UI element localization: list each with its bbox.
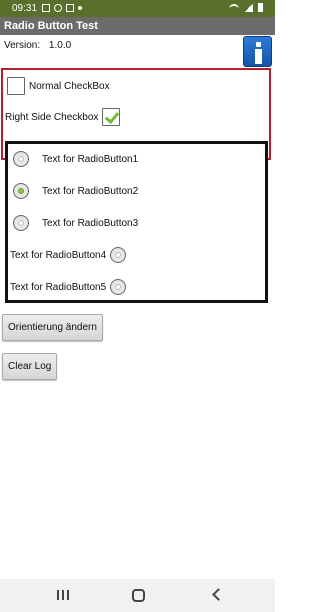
radio-button-2[interactable]: Text for RadioButton2 xyxy=(13,183,138,199)
radio-circle[interactable] xyxy=(13,215,29,231)
radio-button-panel: Text for RadioButton1 Text for RadioButt… xyxy=(5,141,268,303)
radio-button-3[interactable]: Text for RadioButton3 xyxy=(13,215,138,231)
app-title-bar: Radio Button Test xyxy=(0,17,275,35)
version-row: Version: 1.0.0 xyxy=(4,40,71,51)
radio-button-1[interactable]: Text for RadioButton1 xyxy=(13,151,138,167)
radio-button-3-label: Text for RadioButton3 xyxy=(42,217,139,229)
radio-circle[interactable] xyxy=(110,247,127,263)
radio-circle[interactable] xyxy=(13,151,29,167)
wifi-icon xyxy=(229,3,239,12)
normal-checkbox[interactable]: Normal CheckBox xyxy=(7,77,110,95)
right-side-checkbox[interactable]: Right Side Checkbox xyxy=(5,108,121,126)
change-orientation-button[interactable]: Orientierung ändern xyxy=(2,314,103,341)
checkbox-box[interactable] xyxy=(102,108,121,126)
image-icon xyxy=(42,4,50,12)
version-value: 1.0.0 xyxy=(48,40,72,51)
radio-button-4[interactable]: Text for RadioButton4 xyxy=(10,247,127,263)
app-title: Radio Button Test xyxy=(4,20,98,32)
radio-button-2-label: Text for RadioButton2 xyxy=(42,185,139,197)
info-icon[interactable] xyxy=(243,36,272,67)
signal-icon xyxy=(244,3,253,12)
navigation-bar xyxy=(0,579,275,612)
radio-circle[interactable] xyxy=(110,279,127,295)
normal-checkbox-label: Normal CheckBox xyxy=(29,80,110,92)
status-bar: 09:31 xyxy=(0,0,275,17)
clear-log-button[interactable]: Clear Log xyxy=(2,353,58,380)
dot-icon xyxy=(78,6,82,10)
checkmark-icon xyxy=(105,108,120,125)
version-label: Version: xyxy=(4,40,41,51)
status-icons-left xyxy=(42,4,82,12)
status-icons-right xyxy=(229,3,263,12)
back-icon[interactable] xyxy=(212,588,225,601)
radio-button-5-label: Text for RadioButton5 xyxy=(10,281,107,293)
radio-button-5[interactable]: Text for RadioButton5 xyxy=(10,279,127,295)
video-icon xyxy=(66,4,74,12)
radio-button-4-label: Text for RadioButton4 xyxy=(10,249,107,261)
radio-circle-selected[interactable] xyxy=(13,183,29,199)
radio-button-1-label: Text for RadioButton1 xyxy=(42,153,139,165)
checkbox-box[interactable] xyxy=(7,77,25,95)
recents-icon[interactable] xyxy=(57,590,69,600)
battery-icon xyxy=(258,3,263,12)
status-time: 09:31 xyxy=(12,3,38,14)
home-icon[interactable] xyxy=(132,589,145,602)
right-side-checkbox-label: Right Side Checkbox xyxy=(5,111,99,123)
brightness-icon xyxy=(54,4,62,12)
